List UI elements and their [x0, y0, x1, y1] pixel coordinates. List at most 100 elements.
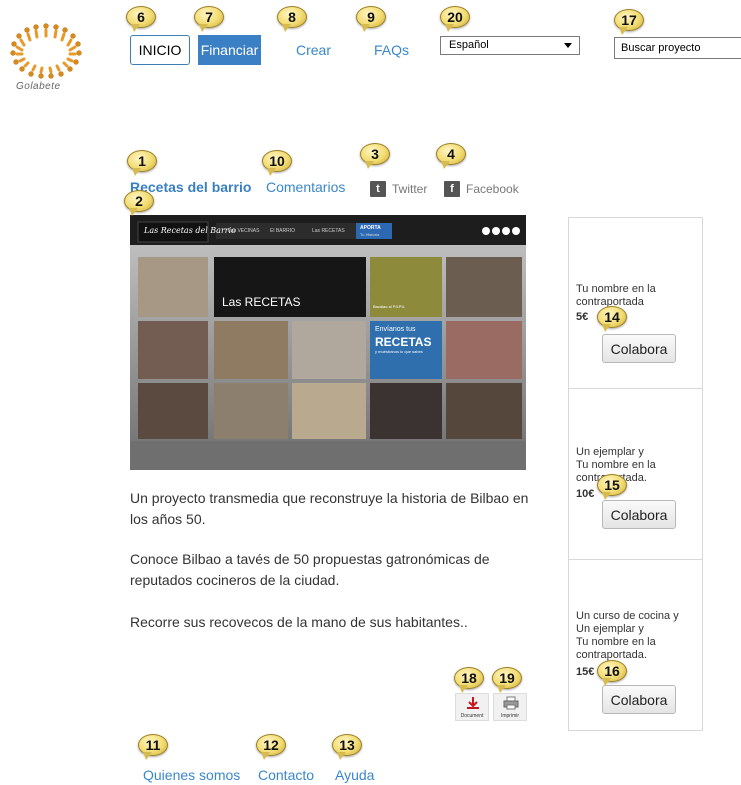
footer-contact-link[interactable]: Contacto — [258, 767, 314, 783]
reward-price: 15€ — [576, 666, 595, 678]
callout-badge: 6 — [126, 6, 156, 32]
reward-description: Un curso de cocina y Un ejemplar y Tu no… — [576, 610, 698, 662]
callout-badge: 8 — [277, 6, 307, 32]
colabora-button[interactable]: Colabora — [602, 685, 676, 714]
callout-tail — [337, 752, 346, 760]
callout-badge: 11 — [138, 734, 168, 760]
reward-price: 5€ — [576, 311, 589, 323]
callout-badge: 1 — [127, 150, 157, 176]
twitter-icon: t — [370, 181, 386, 197]
nav-crear-link[interactable]: Crear — [296, 42, 331, 58]
footer-about-link[interactable]: Quienes somos — [143, 767, 240, 783]
nav-financiar-button[interactable]: Financiar — [198, 35, 261, 65]
document-button[interactable]: Document — [455, 693, 489, 721]
reward-price: 10€ — [576, 488, 595, 500]
callout-tail — [261, 752, 270, 760]
callout-badge: 2 — [124, 190, 154, 216]
colabora-button[interactable]: Colabora — [602, 334, 676, 363]
reward-line: Un ejemplar y — [576, 446, 644, 458]
facebook-label: Facebook — [466, 182, 519, 196]
reward-tier-2: Un ejemplar y Tu nombre en la contraport… — [569, 389, 702, 560]
reward-line: Un ejemplar y — [576, 623, 644, 635]
reward-line: Tu nombre en la — [576, 283, 656, 295]
callout-badge: 7 — [194, 6, 224, 32]
facebook-icon: f — [444, 181, 460, 197]
callout-tail — [441, 161, 450, 169]
pdf-icon — [467, 697, 479, 709]
footer-help-link[interactable]: Ayuda — [335, 767, 374, 783]
callout-tail — [445, 24, 454, 32]
callout-badge: 15 — [597, 474, 627, 500]
description-paragraph-3: Recorre sus recovecos de la mano de sus … — [130, 614, 468, 630]
logo-text: Golabete — [16, 81, 61, 92]
twitter-share-link[interactable]: t Twitter — [370, 181, 427, 197]
callout-tail — [459, 685, 468, 693]
callout-badge: 9 — [356, 6, 386, 32]
project-screenshot-image: Las Recetas del Barrio Las VECINAS El BA… — [130, 215, 526, 470]
callout-tail — [143, 752, 152, 760]
img-site-title: Las Recetas del Barrio — [144, 226, 236, 235]
description-paragraph-1: Un proyecto transmedia que reconstruye l… — [130, 490, 529, 527]
print-button[interactable]: Imprimir — [493, 693, 527, 721]
callout-badge: 19 — [492, 667, 522, 693]
callout-badge: 20 — [440, 6, 470, 32]
img-banner: Las RECETAS — [222, 295, 301, 309]
callout-badge: 3 — [360, 143, 390, 169]
reward-description: Tu nombre en la contraportada — [576, 283, 698, 309]
callout-tail — [602, 324, 611, 332]
reward-line: Tu nombre en la — [576, 459, 656, 471]
img-promo-line3: y muéstranos lo que sabes — [375, 349, 423, 354]
printer-icon — [503, 696, 519, 710]
twitter-label: Twitter — [392, 182, 428, 196]
callout-tail — [602, 492, 611, 500]
callout-badge: 18 — [454, 667, 484, 693]
callout-tail — [365, 161, 374, 169]
callout-badge: 4 — [436, 143, 466, 169]
callout-badge: 14 — [597, 306, 627, 332]
callout-tail — [602, 678, 611, 686]
document-label: Document — [460, 713, 484, 719]
language-select[interactable]: Español — [440, 36, 580, 55]
callout-badge: 17 — [614, 9, 644, 35]
nav-faqs-link[interactable]: FAQs — [374, 42, 409, 58]
nav-inicio-button[interactable]: INICIO — [130, 35, 190, 65]
callout-badge: 12 — [256, 734, 286, 760]
search-input[interactable] — [614, 37, 741, 59]
language-selected-value: Español — [449, 39, 489, 51]
callout-tail — [282, 24, 291, 32]
tab-comments[interactable]: Comentarios — [266, 179, 345, 195]
callout-tail — [132, 168, 141, 176]
people-circle-logo-icon — [10, 23, 82, 79]
img-menu-1: Las VECINAS — [228, 228, 260, 234]
reward-line: Tu nombre en la — [576, 636, 656, 648]
description-paragraph-2: Conoce Bilbao a tavés de 50 propuestas g… — [130, 551, 490, 588]
callout-tail — [131, 24, 140, 32]
rewards-sidebar: Tu nombre en la contraportada 5€ Colabor… — [568, 217, 703, 731]
img-menu-4: APORTA — [360, 225, 381, 231]
reward-line: contraportada. — [576, 649, 647, 661]
img-side-caption: Bacalao al PILPIL — [373, 304, 405, 309]
img-promo-line1: Envíanos tus — [375, 326, 416, 333]
callout-tail — [129, 208, 138, 216]
reward-line: contraportada — [576, 296, 644, 308]
callout-tail — [199, 24, 208, 32]
colabora-button[interactable]: Colabora — [602, 500, 676, 529]
img-menu-2: El BARRIO — [270, 228, 296, 234]
img-menu-sub: Tu Historia — [360, 232, 380, 237]
reward-tier-3: Un curso de cocina y Un ejemplar y Tu no… — [569, 560, 702, 730]
print-label: Imprimir — [500, 713, 520, 719]
callout-tail — [497, 685, 506, 693]
reward-description: Un ejemplar y Tu nombre en la contraport… — [576, 446, 698, 485]
img-promo-line2: RECETAS — [375, 335, 432, 349]
reward-tier-1: Tu nombre en la contraportada 5€ Colabor… — [569, 218, 702, 389]
img-menu-3: Las RECETAS — [312, 228, 345, 234]
callout-tail — [361, 24, 370, 32]
callout-badge: 10 — [262, 150, 292, 176]
callout-badge: 16 — [597, 660, 627, 686]
callout-tail — [619, 27, 628, 35]
reward-line: contraportada. — [576, 472, 698, 485]
dropdown-arrow-icon — [564, 43, 572, 48]
reward-line: Un curso de cocina y — [576, 610, 679, 622]
callout-badge: 13 — [332, 734, 362, 760]
facebook-share-link[interactable]: f Facebook — [444, 181, 519, 197]
